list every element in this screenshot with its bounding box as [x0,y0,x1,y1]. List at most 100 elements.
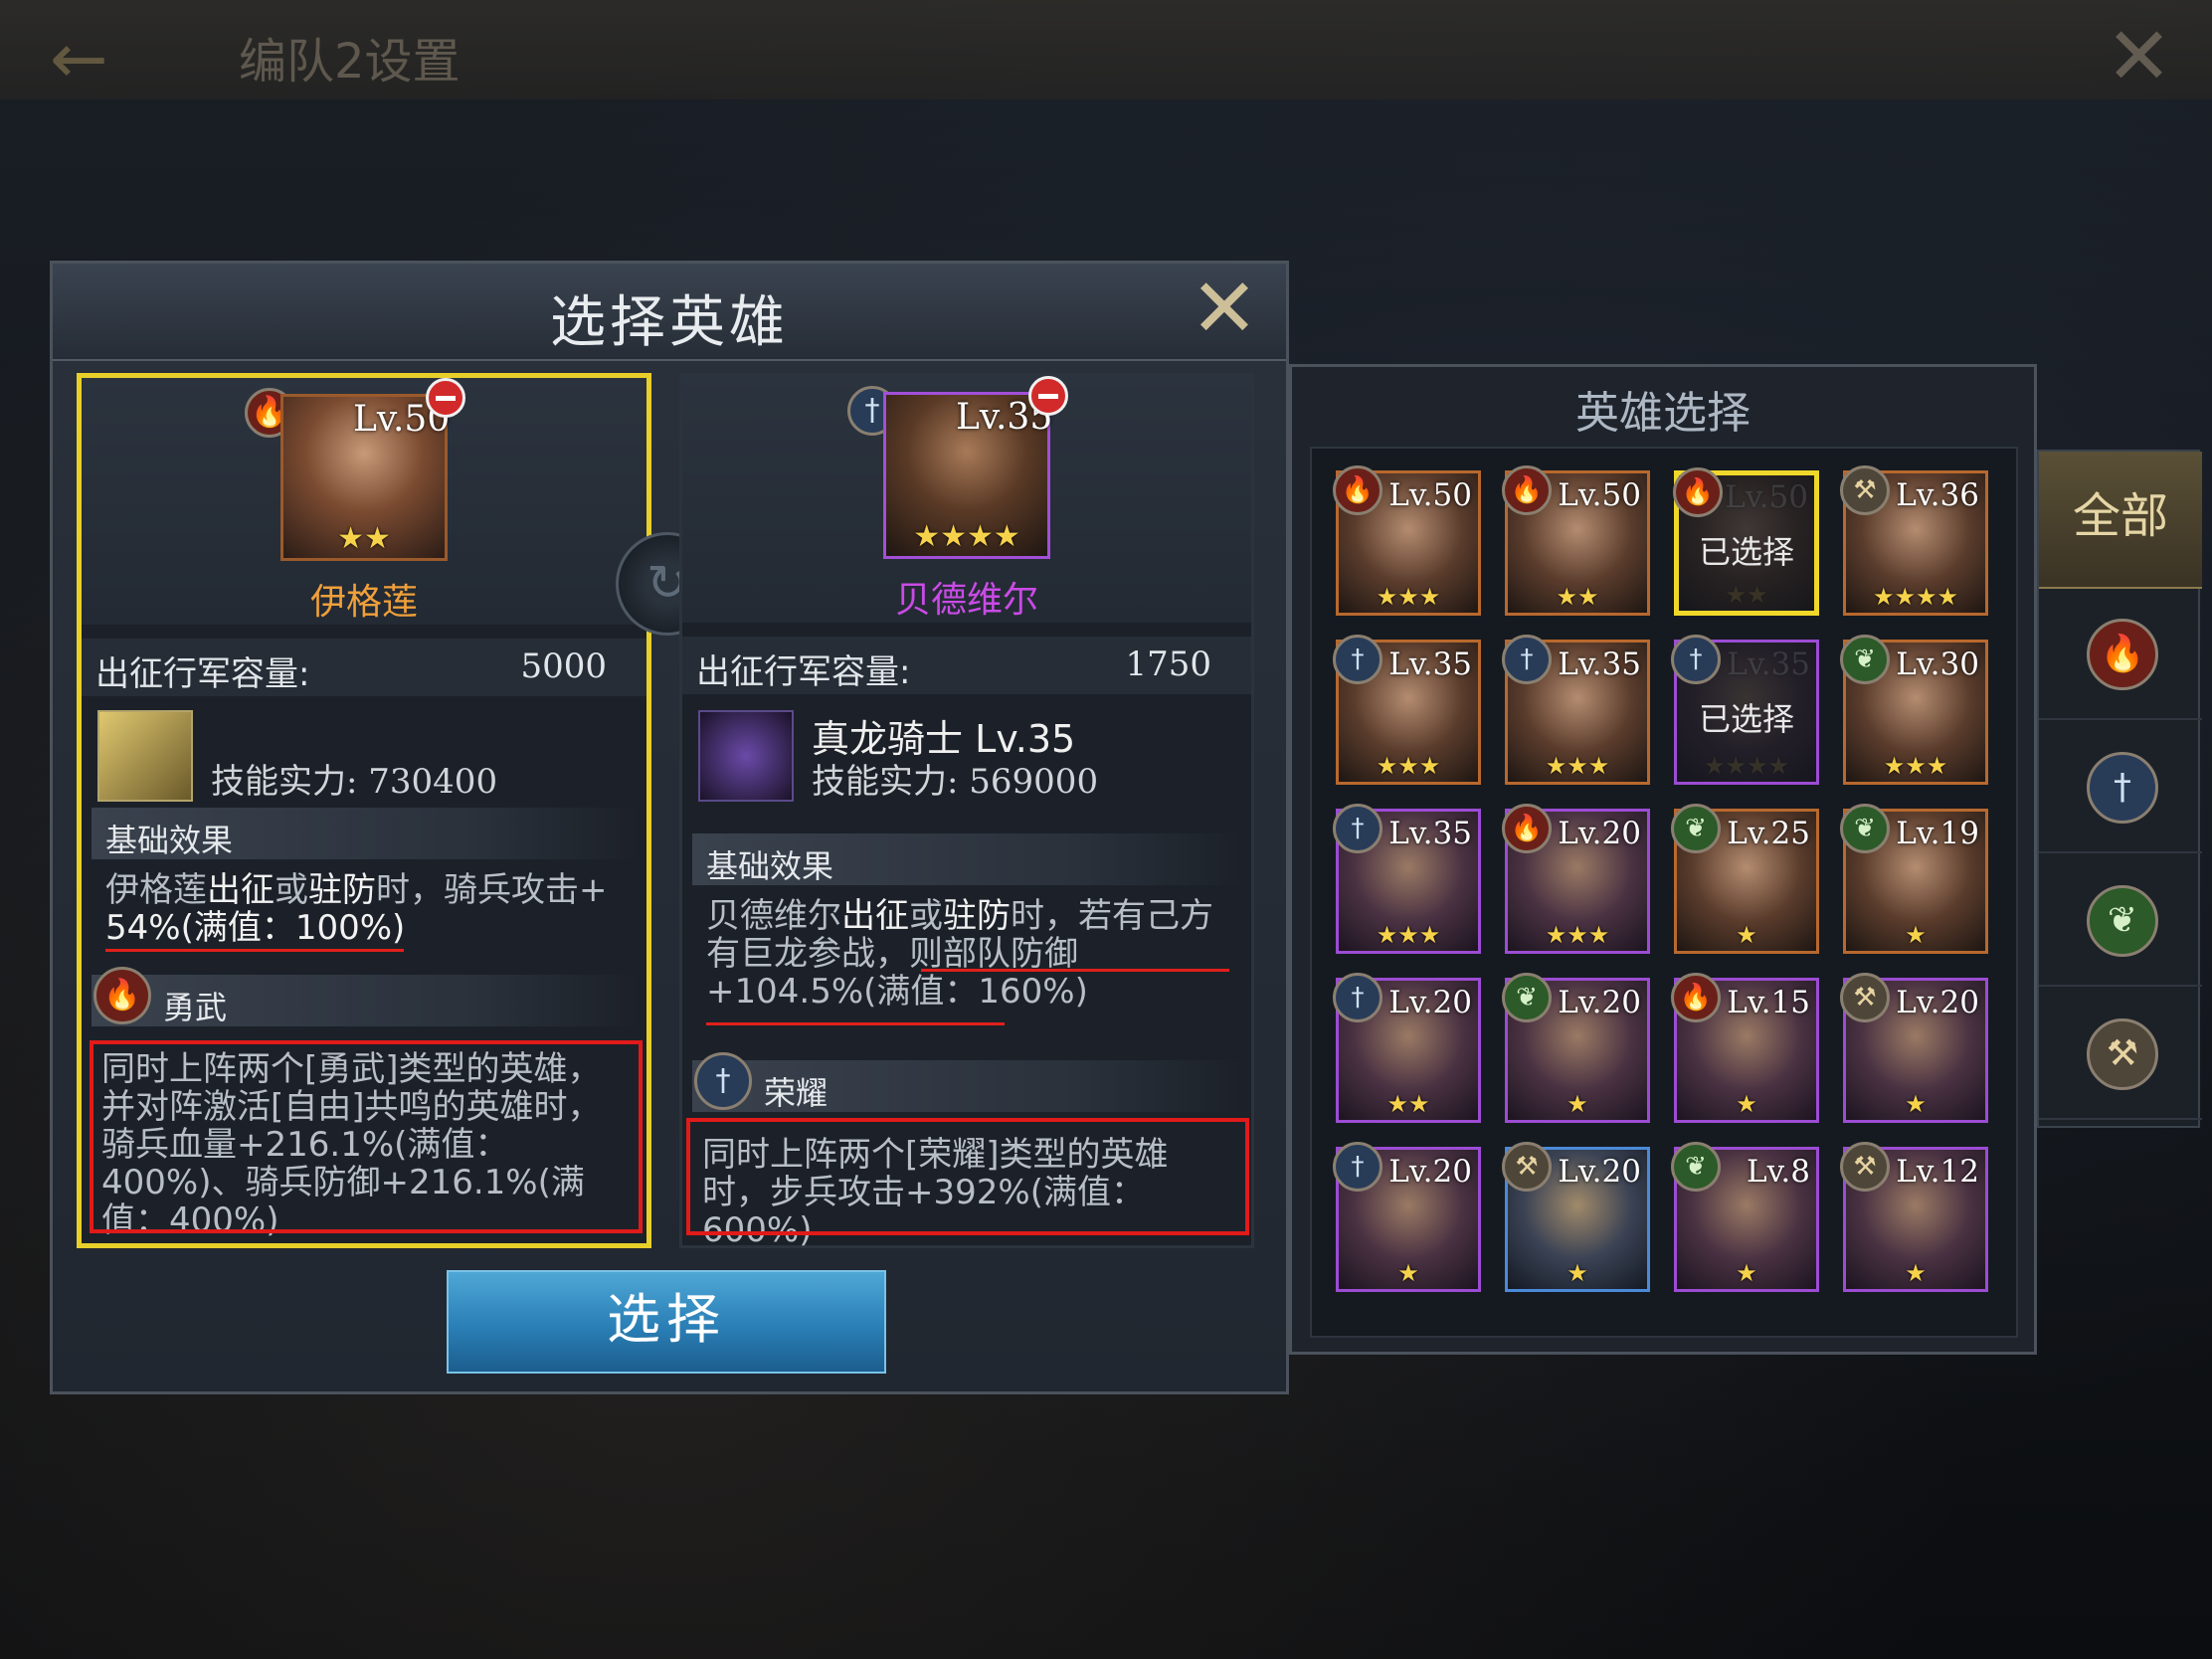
hero-card[interactable]: Lv.15 ★ 🔥 [1671,973,1819,1123]
hero-card[interactable]: Lv.25 ★ ❦ [1671,804,1819,954]
hero-card[interactable]: Lv.19 ★ ❦ [1840,804,1988,954]
close-icon[interactable]: ✕ [2106,10,2172,102]
leaf-type-icon: ❦ [2087,885,2158,957]
page-title: 编队2设置 [239,34,461,90]
remove-hero-icon[interactable] [1028,376,1068,416]
leaf-type-icon: ❦ [1671,804,1721,853]
hero-name: 贝德维尔 [894,580,1038,621]
filter-sword-tab[interactable]: † [2039,720,2202,853]
hero-card[interactable]: Lv.20 ★★ † [1333,973,1481,1123]
skill-power: 技能实力: 569000 [812,762,1099,802]
hero-card[interactable]: Lv.35 ★★★ † [1333,804,1481,954]
hero-card-level: Lv.35 [1388,646,1472,682]
hero-card[interactable]: Lv.12 ★ ⚒ [1840,1142,1988,1292]
hero-card[interactable]: Lv.50 ★★ 🔥 [1502,465,1650,616]
hero-card-stars: ★ [1736,1259,1757,1287]
hero-card[interactable]: Lv.20 ★ ⚒ [1502,1142,1650,1292]
hero-card-stars: ★★★ [1376,752,1441,780]
skill-row: 真龙骑士 Lv.35 技能实力: 569000 [692,704,1241,806]
hero-card[interactable]: Lv.50★★已选择🔥 [1673,467,1819,616]
hero-card-stars: ★★★ [1376,583,1441,611]
fire-type-icon: 🔥 [1673,467,1723,517]
dialog-close-icon[interactable]: ✕ [1185,269,1264,350]
right-hero-column[interactable]: † Lv.35 ★★★★ 贝德维尔 出征行军容量: 1750 真龙骑士 Lv.3… [679,373,1254,1249]
hero-card[interactable]: Lv.35 ★★★ † [1502,635,1650,785]
hero-card[interactable]: Lv.35 ★★★ † [1333,635,1481,785]
hammer-type-icon: ⚒ [2087,1018,2158,1090]
march-capacity-row: 出征行军容量: 5000 [82,639,646,696]
hero-portrait[interactable]: Lv.35 ★★★★ [883,392,1052,559]
red-underline [706,1022,1005,1025]
hero-card[interactable]: Lv.35★★★★已选择† [1671,635,1819,785]
dialog-title: 选择英雄 [550,290,789,355]
hero-card-level: Lv.15 [1727,985,1810,1020]
hero-card[interactable]: Lv.20 ★★★ 🔥 [1502,804,1650,954]
hero-card-level: Lv.8 [1747,1154,1810,1190]
hero-card[interactable]: Lv.20 ★ ⚒ [1840,973,1988,1123]
hero-grid[interactable]: Lv.50★★★🔥Lv.50★★🔥Lv.50★★已选择🔥Lv.36★★★★⚒Lv… [1310,447,2018,1338]
filter-leaf-tab[interactable]: ❦ [2039,853,2202,987]
select-hero-dialog: 选择英雄 ✕ 🔥 Lv.50 ★★ 伊格莲 出征行军容量: 5000 技能实力:… [50,261,1289,1394]
fire-type-icon: 🔥 [93,967,151,1024]
sword-type-icon: † [694,1052,752,1110]
sword-type-icon: † [1333,635,1382,684]
filter-all-tab[interactable]: 全部 [2039,452,2202,589]
filter-hammer-tab[interactable]: ⚒ [2039,987,2202,1120]
skill-row: 技能实力: 730400 [92,704,637,806]
hero-card-stars: ★ [1567,1090,1588,1118]
hero-select-panel: 英雄选择 Lv.50★★★🔥Lv.50★★🔥Lv.50★★已选择🔥Lv.36★★… [1289,364,2037,1355]
hammer-type-icon: ⚒ [1840,1142,1890,1192]
fire-type-icon: 🔥 [1333,465,1382,515]
hero-card[interactable]: Lv.20 ★ † [1333,1142,1481,1292]
hero-card-level: Lv.25 [1727,816,1810,851]
hammer-type-icon: ⚒ [1840,465,1890,515]
hero-card-stars: ★ [1905,1259,1927,1287]
red-highlight-box [686,1118,1249,1235]
sword-type-icon: † [1671,635,1721,684]
dialog-header: 选择英雄 ✕ [53,264,1286,361]
basic-effect-header: 基础效果 [92,808,637,859]
red-highlight-box [90,1040,643,1233]
hero-card[interactable]: Lv.8 ★ ❦ [1671,1142,1819,1292]
sword-type-icon: † [1333,804,1382,853]
hero-header: 🔥 Lv.50 ★★ 伊格莲 [82,378,646,625]
hero-card-level: Lv.30 [1896,646,1979,682]
remove-hero-icon[interactable] [426,378,465,418]
hero-card[interactable]: Lv.30 ★★★ ❦ [1840,635,1988,785]
hero-card-stars: ★ [1736,1090,1757,1118]
hero-card[interactable]: Lv.36 ★★★★ ⚒ [1840,465,1988,616]
basic-effect-desc: 伊格莲出征或驻防时，骑兵攻击+ 54%(满值：100%) [105,870,608,948]
hero-card-stars: ★★ [1556,583,1599,611]
hammer-type-icon: ⚒ [1840,973,1890,1022]
hero-card[interactable]: Lv.20 ★ ❦ [1502,973,1650,1123]
bond-header: † 荣耀 [692,1052,1241,1112]
hero-header: † Lv.35 ★★★★ 贝德维尔 [682,376,1251,623]
march-capacity-value: 5000 [520,646,607,686]
red-underline [921,969,1229,972]
hero-card-stars: ★ [1905,921,1927,949]
hero-card-level: Lv.20 [1558,816,1641,851]
hero-card-stars: ★★ [1386,1090,1430,1118]
hero-card-stars: ★ [1567,1259,1588,1287]
hero-card-stars: ★ [1397,1259,1419,1287]
hero-card[interactable]: Lv.50 ★★★ 🔥 [1333,465,1481,616]
hero-card-level: Lv.35 [1388,816,1472,851]
left-hero-column[interactable]: 🔥 Lv.50 ★★ 伊格莲 出征行军容量: 5000 技能实力: 730400… [77,373,651,1248]
hero-card-stars: ★ [1905,1090,1927,1118]
fire-type-icon: 🔥 [1502,804,1552,853]
bond-header: 🔥 勇武 [92,967,637,1026]
leaf-type-icon: ❦ [1840,635,1890,684]
hero-card-level: Lv.20 [1388,1154,1472,1190]
filter-fire-tab[interactable]: 🔥 [2039,587,2202,720]
hero-card-stars: ★★★ [1883,752,1948,780]
hero-portrait[interactable]: Lv.50 ★★ [280,394,450,561]
chosen-label: 已选择 [1698,533,1794,571]
hero-name: 伊格莲 [309,582,418,623]
hero-card-level: Lv.20 [1388,985,1472,1020]
march-capacity-value: 1750 [1125,645,1211,684]
leaf-type-icon: ❦ [1840,804,1890,853]
select-button[interactable]: 选择 [447,1270,886,1374]
march-capacity-label: 出征行军容量: [696,652,911,692]
hammer-type-icon: ⚒ [1502,1142,1552,1192]
back-arrow-icon[interactable]: ← [50,18,108,99]
